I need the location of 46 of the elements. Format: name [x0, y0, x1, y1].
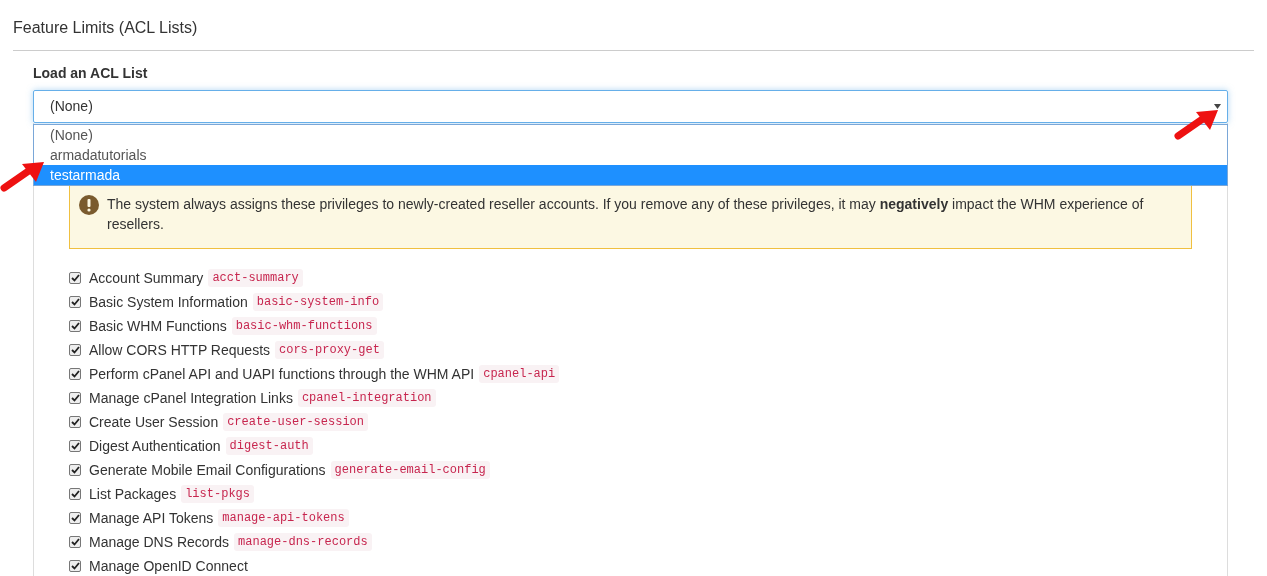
- checkbox[interactable]: [69, 416, 81, 428]
- privilege-label: Allow CORS HTTP Requests: [89, 340, 270, 360]
- acl-select[interactable]: (None): [33, 90, 1228, 123]
- privilege-code: cors-proxy-get: [275, 341, 384, 359]
- privilege-label: Account Summary: [89, 268, 204, 288]
- checkbox[interactable]: [69, 488, 81, 500]
- checkbox[interactable]: [69, 320, 81, 332]
- checkbox[interactable]: [69, 536, 81, 548]
- privilege-label: Manage API Tokens: [89, 508, 214, 528]
- caret-icon: [1214, 104, 1221, 109]
- checkbox[interactable]: [69, 440, 81, 452]
- privilege-code: basic-system-info: [252, 293, 384, 311]
- privilege-label: Manage OpenID Connect: [89, 556, 248, 576]
- warning-icon: [79, 195, 99, 215]
- dropdown-option[interactable]: armadatutorials: [34, 145, 1227, 165]
- field-label: Load an ACL List: [33, 64, 149, 83]
- checkbox[interactable]: [69, 296, 81, 308]
- privilege-label: Digest Authentication: [89, 436, 221, 456]
- checkbox[interactable]: [69, 560, 81, 572]
- checkbox[interactable]: [69, 272, 81, 284]
- privilege-label: Generate Mobile Email Configurations: [89, 460, 326, 480]
- privilege-code: list-pkgs: [181, 485, 254, 503]
- privilege-code: digest-auth: [225, 437, 313, 455]
- privilege-code: cpanel-api: [479, 365, 560, 383]
- privilege-label: List Packages: [89, 484, 177, 504]
- privilege-label: Create User Session: [89, 412, 219, 432]
- privilege-code: create-user-session: [223, 413, 368, 431]
- alert-text: The system always assigns these privileges to newly-created reseller accounts. If you remove any of these privileges, it may negatively impact the WHM experience of resellers.: [107, 195, 1145, 234]
- privilege-label: Basic WHM Functions: [89, 316, 227, 336]
- dropdown-option[interactable]: (None): [34, 125, 1227, 145]
- privilege-label: Basic System Information: [89, 292, 248, 312]
- checkbox[interactable]: [69, 392, 81, 404]
- checkbox[interactable]: [69, 512, 81, 524]
- privilege-label: Manage DNS Records: [89, 532, 230, 552]
- privilege-label: Manage cPanel Integration Links: [89, 388, 293, 408]
- checkbox[interactable]: [69, 344, 81, 356]
- checkbox[interactable]: [69, 464, 81, 476]
- privilege-code: generate-email-config: [330, 461, 490, 479]
- privilege-code: cpanel-integration: [297, 389, 436, 407]
- section-title: Feature Limits (ACL Lists): [13, 16, 1254, 51]
- privilege-label: Perform cPanel API and UAPI functions through the WHM API: [89, 364, 475, 384]
- privilege-code: manage-dns-records: [234, 533, 372, 551]
- privilege-code: acct-summary: [208, 269, 303, 287]
- checkbox[interactable]: [69, 368, 81, 380]
- privilege-code: manage-api-tokens: [218, 509, 349, 527]
- privilege-code: basic-whm-functions: [231, 317, 377, 335]
